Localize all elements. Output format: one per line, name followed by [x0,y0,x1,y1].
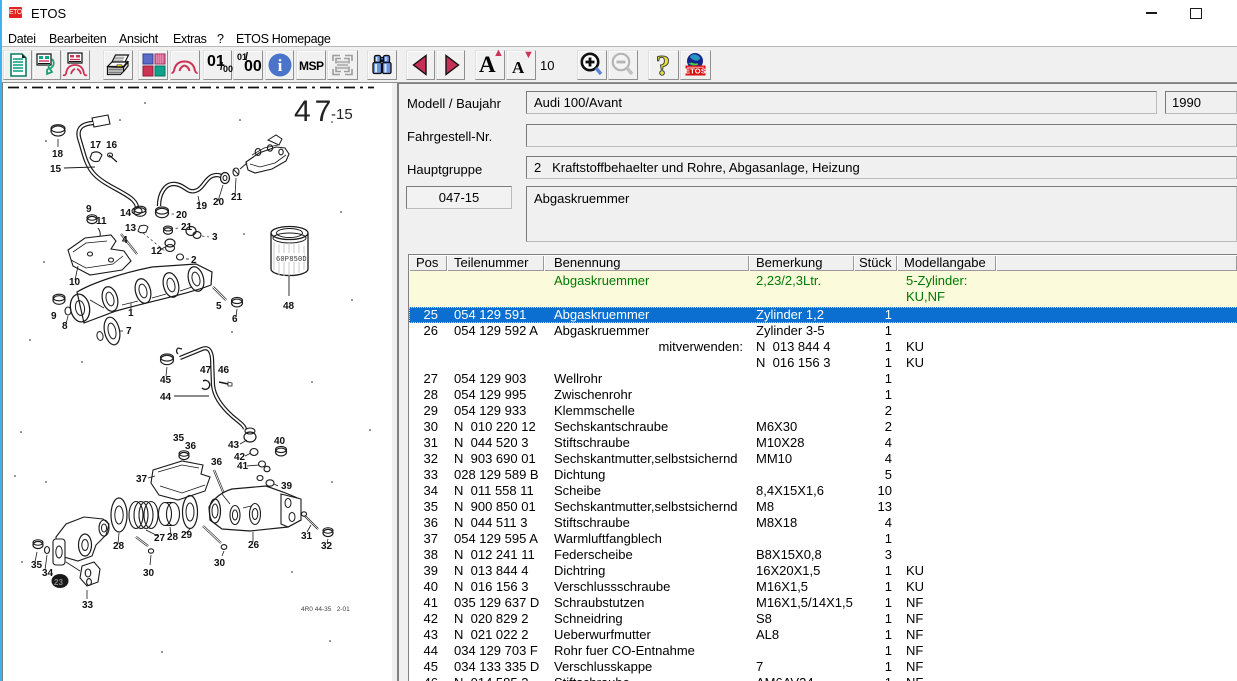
svg-text:12: 12 [151,246,163,257]
svg-text:35: 35 [31,560,43,571]
svg-text:21: 21 [231,192,243,203]
svg-text:37: 37 [136,474,148,485]
svg-text:33: 33 [82,600,94,611]
svg-text:44: 44 [160,392,172,403]
svg-text:47: 47 [294,95,335,128]
svg-text:7: 7 [126,326,132,337]
svg-text:45: 45 [160,375,172,386]
svg-text:?: ? [656,51,671,79]
svg-text:26: 26 [248,540,260,551]
svg-text:30: 30 [143,568,155,579]
svg-text:-15: -15 [331,106,353,123]
svg-text:ETOS: ETOS [685,67,706,76]
svg-text:16: 16 [106,140,118,151]
svg-text:41: 41 [237,461,249,472]
svg-text:21: 21 [181,222,193,233]
svg-text:43: 43 [228,440,240,451]
svg-text:13: 13 [125,223,137,234]
svg-text:46: 46 [218,365,230,376]
svg-text:28: 28 [167,532,179,543]
svg-text:6: 6 [232,314,238,325]
svg-text:i: i [278,56,283,75]
svg-text:4R0 44-35 2-01: 4R0 44-35 2-01 [301,606,350,613]
svg-text:20: 20 [176,210,188,221]
svg-text:10: 10 [69,277,81,288]
svg-text:18: 18 [52,149,64,160]
svg-text:31: 31 [301,531,313,542]
svg-text:9: 9 [51,311,57,322]
svg-text:47: 47 [200,365,212,376]
svg-text:15: 15 [50,164,62,175]
svg-text:3: 3 [212,232,218,243]
svg-text:29: 29 [181,530,193,541]
svg-text:39: 39 [281,481,293,492]
svg-text:8: 8 [62,321,68,332]
svg-text:19: 19 [196,201,208,212]
svg-text:40: 40 [274,436,286,447]
svg-text:34: 34 [42,568,54,579]
svg-text:11: 11 [96,216,107,227]
svg-text:48: 48 [283,301,295,312]
svg-text:17: 17 [90,140,102,151]
svg-text:30: 30 [214,558,226,569]
svg-text:28: 28 [113,541,125,552]
svg-text:23: 23 [54,578,63,587]
svg-text:36: 36 [185,441,197,452]
svg-text:36: 36 [211,457,223,468]
svg-text:60P850D: 60P850D [276,256,307,264]
svg-text:14: 14 [120,208,132,219]
svg-text:9: 9 [86,204,92,215]
svg-text:35: 35 [173,433,185,444]
svg-text:4: 4 [122,235,128,246]
svg-text:5: 5 [216,301,222,312]
